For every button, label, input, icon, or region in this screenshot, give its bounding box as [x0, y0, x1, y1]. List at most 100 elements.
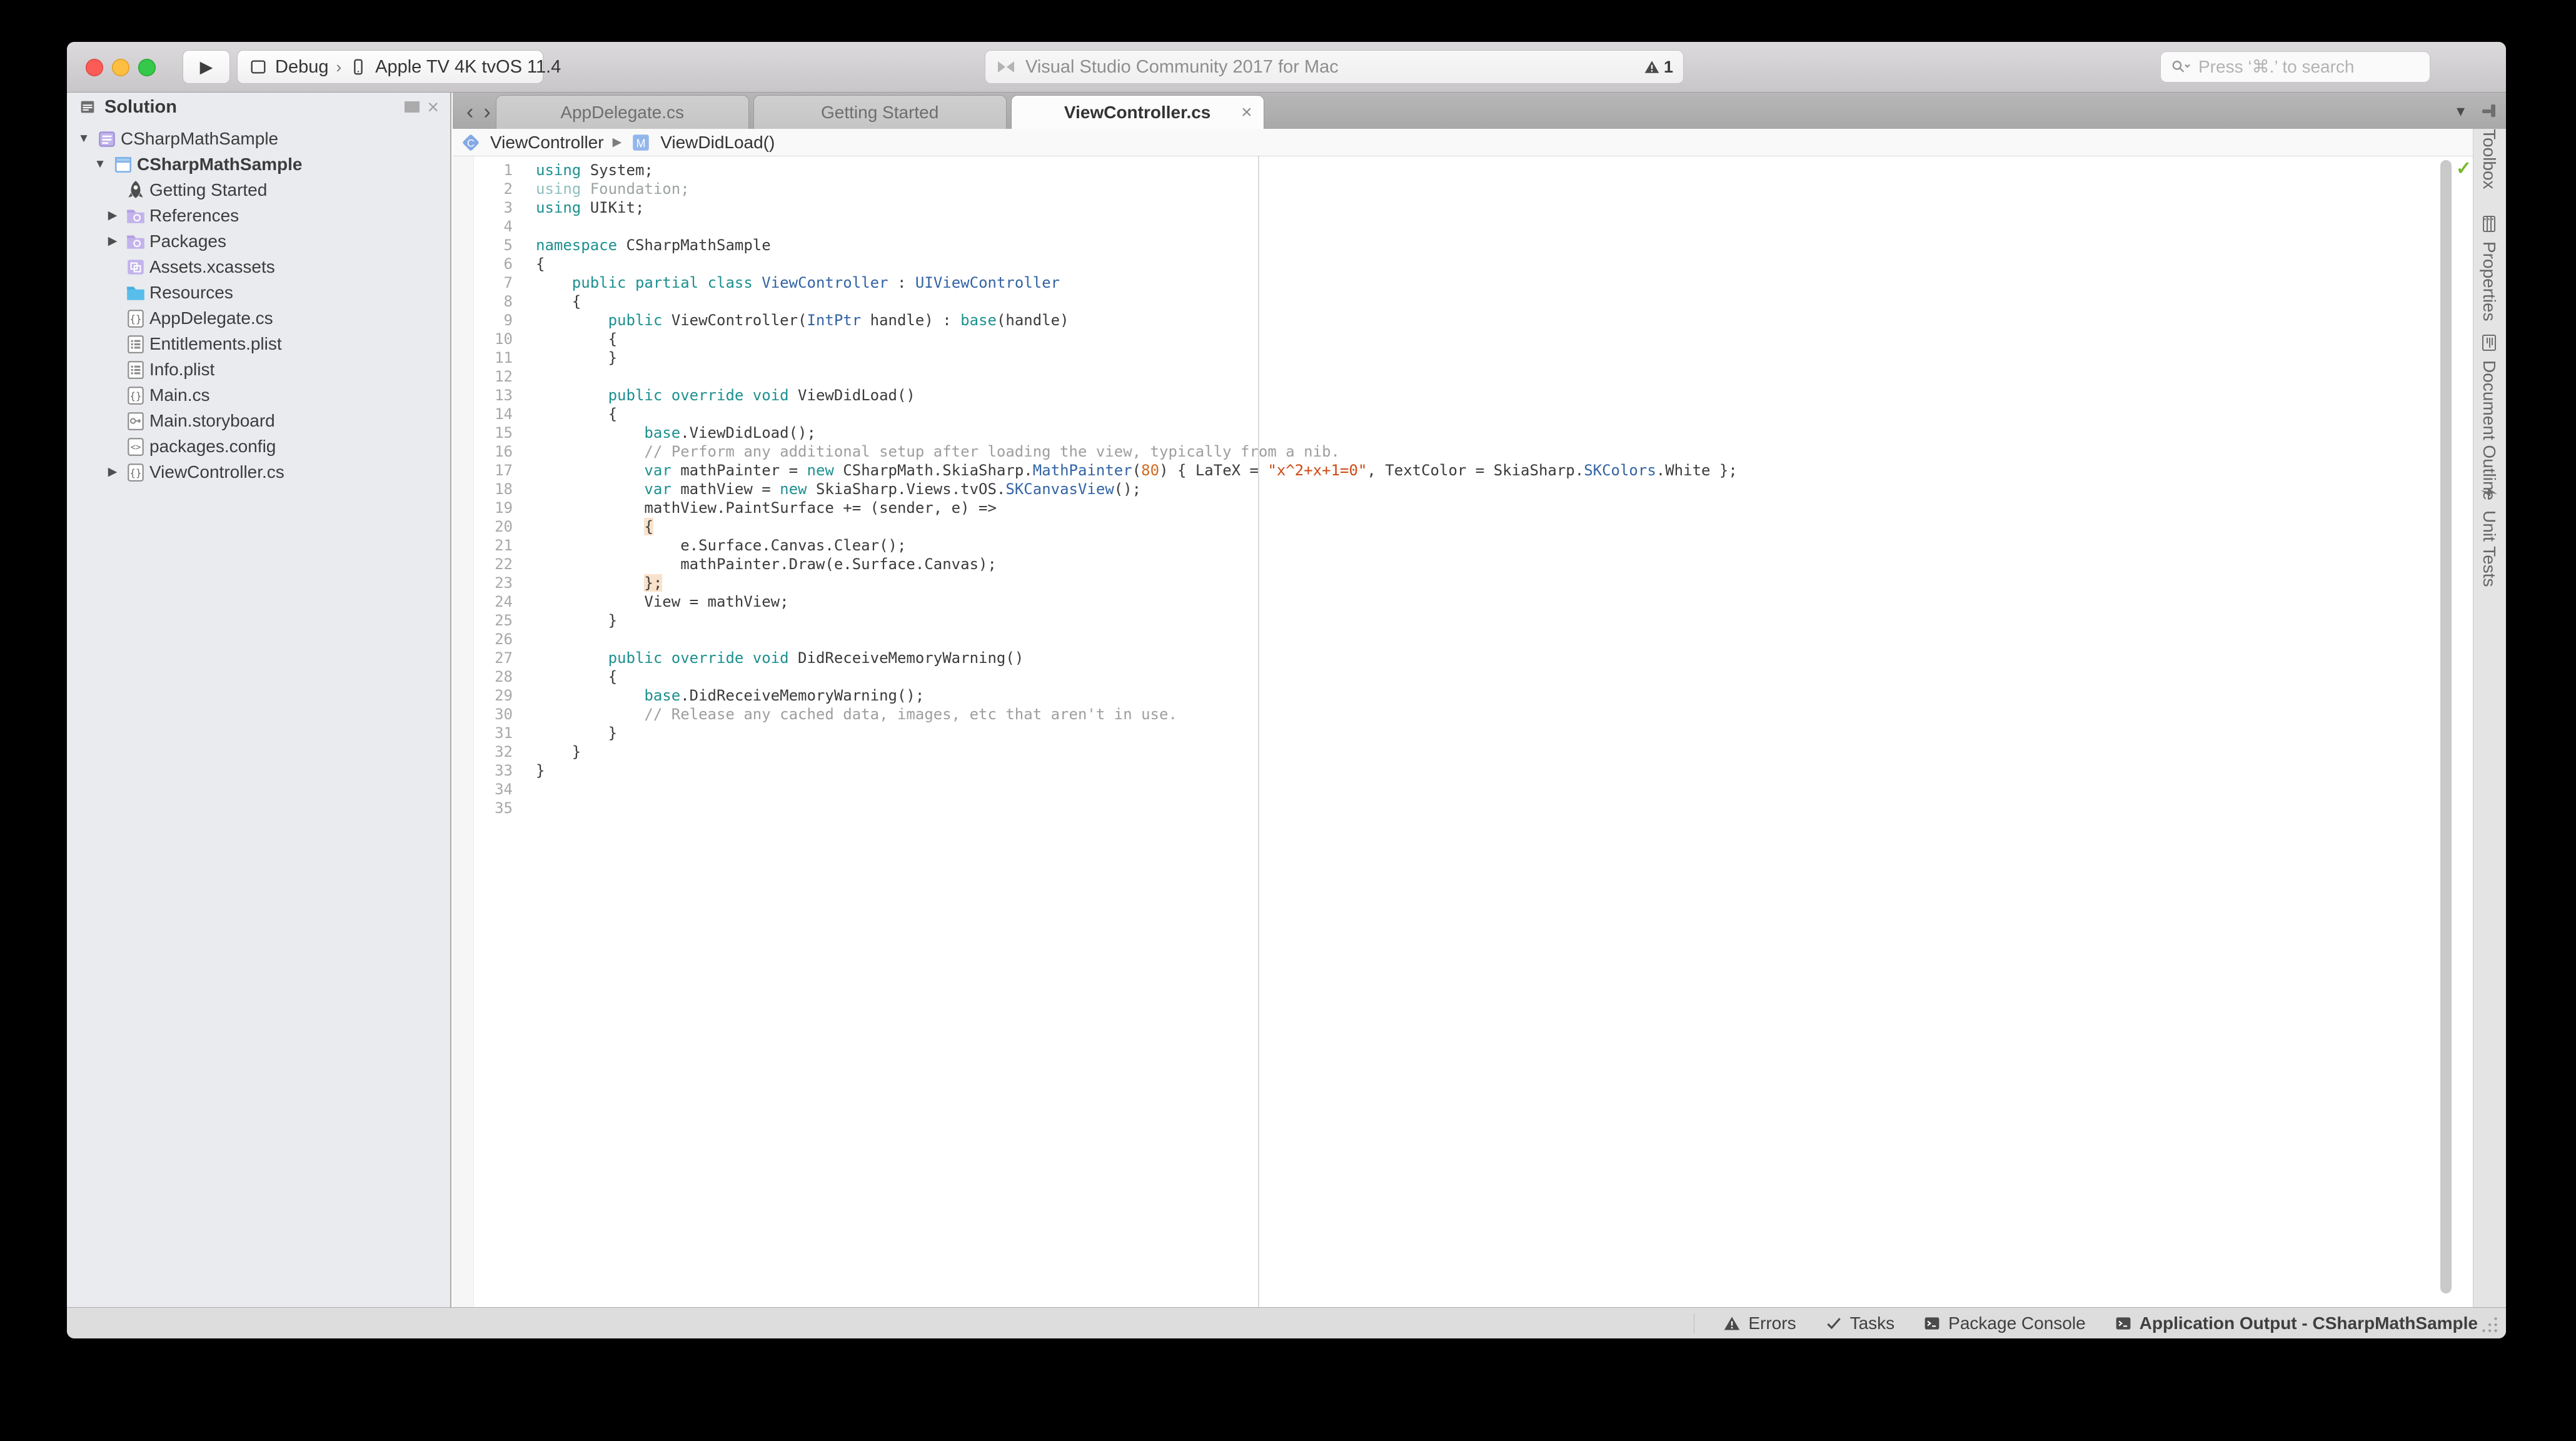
tree-item-main-storyboard[interactable]: Main.storyboard — [67, 408, 450, 433]
line-number: 28 — [495, 668, 513, 685]
titlebar: ▶ Debug › Apple TV 4K tvOS 11.4 Visual S… — [67, 42, 2506, 93]
cs-file-icon: {} — [122, 385, 149, 406]
tab-viewcontroller-cs[interactable]: ViewController.cs × — [1010, 95, 1264, 129]
line-number: 27 — [495, 649, 513, 667]
rocket-icon — [122, 179, 149, 201]
statusbar-tasks[interactable]: Tasks — [1825, 1313, 1894, 1333]
tree-item-label: ViewController.cs — [149, 462, 284, 482]
config-device: Apple TV 4K tvOS 11.4 — [375, 56, 561, 77]
line-number: 29 — [495, 687, 513, 704]
dock-pad-icon[interactable] — [405, 101, 420, 113]
global-search-field[interactable] — [2160, 51, 2430, 83]
run-button[interactable]: ▶ — [183, 50, 230, 84]
statusbar-application-output-csharpmathsample[interactable]: Application Output - CSharpMathSample — [2115, 1313, 2478, 1333]
tab-appdelegate-cs[interactable]: AppDelegate.cs — [495, 95, 749, 129]
code-line: base.ViewDidLoad(); — [644, 424, 816, 442]
statusbar-errors[interactable]: Errors — [1723, 1313, 1796, 1333]
tree-item-entitlements-plist[interactable]: Entitlements.plist — [67, 331, 450, 356]
svg-text:C: C — [467, 137, 475, 149]
plist-icon — [122, 333, 149, 355]
disclosure-down-icon[interactable]: ▼ — [91, 158, 109, 171]
method-icon: M — [630, 132, 652, 153]
no-errors-check-icon: ✓ — [2455, 158, 2472, 179]
dock-tab-unit-tests[interactable]: Unit Tests — [2473, 483, 2505, 587]
close-window-button[interactable] — [86, 59, 103, 76]
dock-tab-label: Document Outline — [2480, 360, 2499, 501]
line-number: 5 — [503, 236, 513, 254]
code-line: { — [644, 518, 653, 535]
zoom-window-button[interactable] — [138, 59, 156, 76]
code-editor[interactable]: 1 2 3 4 5 6 7 8 9 10 11 12 13 14 15 16 17 18 19 20 21 22 23 24 2… — [453, 156, 2473, 1307]
tree-item-main-cs[interactable]: {} Main.cs — [67, 382, 450, 408]
tree-item-packages[interactable]: ▶ Packages — [67, 228, 450, 254]
tab-getting-started[interactable]: Getting Started — [753, 95, 1007, 129]
tab-label: AppDelegate.cs — [560, 102, 684, 122]
tree-item-label: CSharpMathSample — [137, 154, 303, 174]
tree-item-csharpmathsample[interactable]: ▼ CSharpMathSample — [67, 126, 450, 151]
assets-icon — [122, 256, 149, 278]
navigate-back-icon[interactable]: ‹ — [466, 101, 473, 123]
search-input[interactable] — [2198, 57, 2422, 77]
code-line: { — [536, 255, 545, 273]
tree-item-label: CSharpMathSample — [121, 128, 279, 148]
disclosure-down-icon[interactable]: ▼ — [74, 132, 93, 146]
terminal-icon — [2115, 1315, 2132, 1332]
code-line: // Release any cached data, images, etc … — [644, 705, 1177, 723]
resize-grip[interactable] — [2478, 1313, 2500, 1335]
tab-close-icon[interactable]: × — [1241, 103, 1252, 122]
navigate-forward-icon[interactable]: › — [483, 101, 490, 123]
line-number: 31 — [495, 724, 513, 742]
tree-item-references[interactable]: ▶ References — [67, 203, 450, 228]
minimize-window-button[interactable] — [112, 59, 129, 76]
tree-item-assets-xcassets[interactable]: Assets.xcassets — [67, 254, 450, 280]
tree-item-getting-started[interactable]: Getting Started — [67, 177, 450, 203]
code-line: base.DidReceiveMemoryWarning(); — [644, 687, 925, 704]
tree-item-csharpmathsample[interactable]: ▼ CSharpMathSample — [67, 151, 450, 177]
tree-item-appdelegate-cs[interactable]: {} AppDelegate.cs — [67, 305, 450, 331]
config-mode: Debug — [275, 56, 329, 77]
tree-item-info-plist[interactable]: Info.plist — [67, 356, 450, 382]
line-number: 10 — [495, 330, 513, 348]
code-line: } — [536, 762, 545, 779]
solution-icon — [93, 128, 121, 149]
disclosure-right-icon[interactable]: ▶ — [103, 234, 122, 248]
code-line: using System; — [536, 161, 653, 179]
tree-item-resources[interactable]: Resources — [67, 280, 450, 305]
code-line: e.Surface.Canvas.Clear(); — [536, 537, 907, 554]
dock-tab-properties[interactable]: Properties — [2473, 214, 2505, 321]
tree-item-packages-config[interactable]: <> packages.config — [67, 433, 450, 459]
class-icon: C — [460, 132, 481, 153]
cs-file-icon: {} — [122, 308, 149, 329]
code-line: using UIKit; — [536, 199, 645, 216]
code-line: } — [536, 612, 618, 629]
config-separator: › — [336, 57, 342, 76]
line-number-gutter: 1 2 3 4 5 6 7 8 9 10 11 12 13 14 15 16 17 18 19 20 21 22 23 24 2… — [453, 161, 513, 817]
run-configuration-selector[interactable]: Debug › Apple TV 4K tvOS 11.4 — [237, 50, 561, 84]
disclosure-right-icon[interactable]: ▶ — [103, 465, 122, 479]
statusbar-package-console[interactable]: Package Console — [1923, 1313, 2086, 1333]
tab-overflow-icon[interactable]: ▾ — [2457, 101, 2465, 121]
tree-item-label: References — [149, 205, 239, 225]
line-number: 14 — [495, 405, 513, 423]
warning-icon — [1644, 59, 1660, 75]
dock-tab-toolbox[interactable]: Toolbox — [2473, 101, 2505, 190]
tree-item-label: Packages — [149, 231, 226, 251]
terminal-icon — [1923, 1315, 1941, 1332]
tree-item-label: Main.storyboard — [149, 410, 275, 430]
close-pad-icon[interactable]: × — [427, 97, 439, 117]
solution-pad-title: Solution — [104, 96, 177, 117]
line-number: 32 — [495, 743, 513, 761]
dock-tab-document-outline[interactable]: Document Outline — [2473, 333, 2505, 500]
warning-count-badge[interactable]: 1 — [1644, 58, 1673, 77]
tree-item-viewcontroller-cs[interactable]: ▶ {} ViewController.cs — [67, 459, 450, 485]
breadcrumb-item[interactable]: ViewController — [490, 133, 604, 153]
breadcrumb-item[interactable]: ViewDidLoad() — [660, 133, 775, 153]
statusbar-item-label: Errors — [1748, 1313, 1796, 1333]
disclosure-right-icon[interactable]: ▶ — [103, 208, 122, 223]
properties-icon — [2479, 214, 2499, 234]
editor-scrollbar[interactable] — [2440, 160, 2452, 1293]
code-line: } — [536, 349, 618, 367]
code-line: } — [536, 743, 581, 761]
